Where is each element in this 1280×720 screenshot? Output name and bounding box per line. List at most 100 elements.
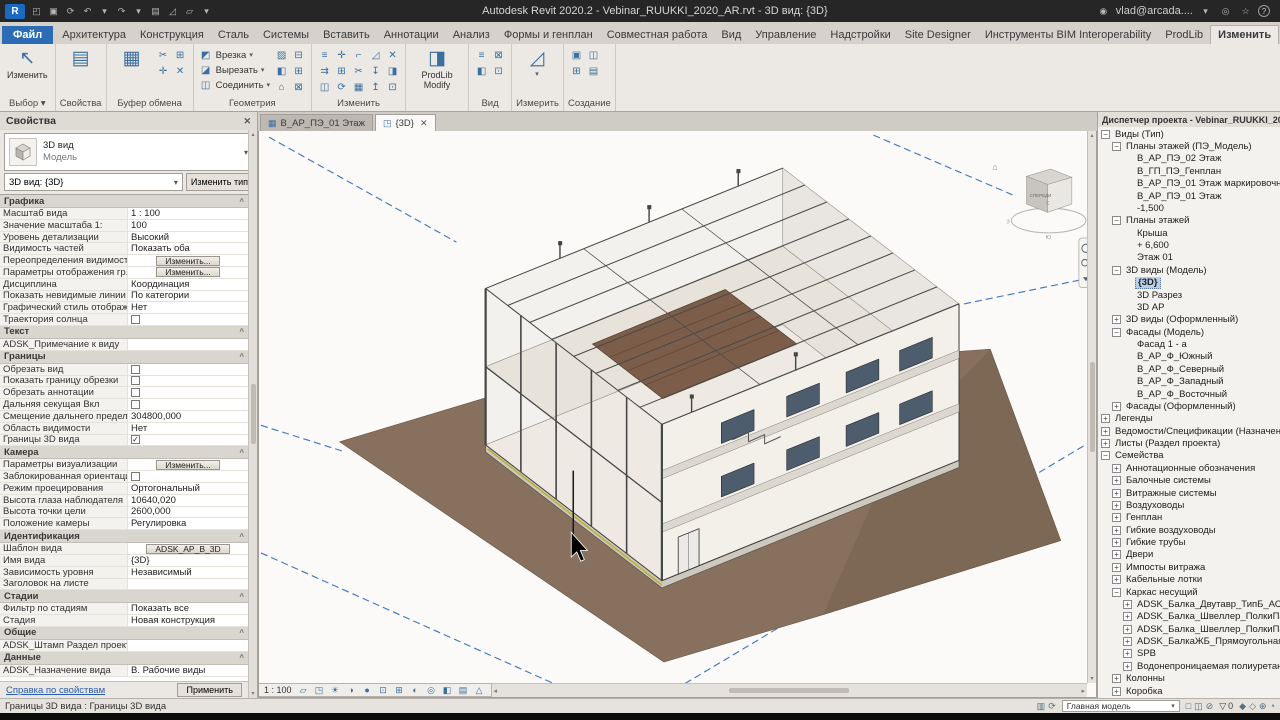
expand-icon[interactable]: + bbox=[1112, 538, 1121, 548]
expand-icon[interactable]: + bbox=[1112, 401, 1121, 411]
detail-level-icon[interactable]: ▱ bbox=[297, 684, 310, 696]
tree-item[interactable]: В_АР_ПЭ_01 Этаж bbox=[1098, 190, 1280, 202]
property-value[interactable] bbox=[128, 399, 248, 410]
ribbon-tab[interactable]: Сталь bbox=[211, 26, 256, 44]
collapse-icon[interactable]: − bbox=[1112, 265, 1121, 275]
ribbon-tab[interactable]: Site Designer bbox=[898, 26, 978, 44]
tree-item[interactable]: В_АР_Ф_Восточный bbox=[1098, 388, 1280, 400]
customize-qat-icon[interactable]: ▾ bbox=[199, 4, 214, 19]
worksharing-sync-icon[interactable]: ⟳ bbox=[1048, 701, 1056, 712]
tree-item[interactable]: −3D виды (Модель) bbox=[1098, 264, 1280, 276]
collapse-icon[interactable]: ^ bbox=[239, 197, 244, 206]
tree-item[interactable]: В_АР_Ф_Северный bbox=[1098, 363, 1280, 375]
scale-icon[interactable]: ◿ bbox=[368, 48, 383, 62]
viewcube[interactable]: ⌂ СПЕРЕДИ С Ю В З bbox=[992, 162, 1092, 241]
active-option-only-icon[interactable]: ◫ bbox=[1194, 701, 1203, 712]
collapse-icon[interactable]: ^ bbox=[239, 653, 244, 662]
tree-item[interactable]: + Аннотационные обозначения bbox=[1098, 462, 1280, 474]
expand-icon[interactable]: + bbox=[1112, 315, 1121, 325]
ribbon-tab[interactable]: Формы и генплан bbox=[497, 26, 600, 44]
ribbon-tab[interactable]: ProdLib bbox=[1158, 26, 1210, 44]
rotate-icon[interactable]: ⟳ bbox=[334, 80, 349, 94]
close-inactive-icon[interactable]: ⊠ bbox=[491, 48, 506, 62]
property-value[interactable] bbox=[128, 387, 248, 398]
tree-item[interactable]: В_АР_Ф_Южный bbox=[1098, 351, 1280, 363]
tree-item[interactable]: − Фасады (Модель) bbox=[1098, 326, 1280, 338]
tree-item[interactable]: + Двери bbox=[1098, 549, 1280, 561]
property-value[interactable]: Изменить... bbox=[128, 267, 248, 278]
comm-center-icon[interactable]: ◎ bbox=[1218, 4, 1233, 19]
expand-icon[interactable]: + bbox=[1112, 575, 1121, 585]
offset-icon[interactable]: ⇉ bbox=[317, 64, 332, 78]
tree-item[interactable]: + Фасады (Оформленный) bbox=[1098, 400, 1280, 412]
tree-item[interactable]: {3D} bbox=[1098, 276, 1280, 289]
expand-icon[interactable]: + bbox=[1112, 550, 1121, 560]
tree-item[interactable]: + Коробка bbox=[1098, 685, 1280, 697]
compass-south[interactable]: Ю bbox=[1046, 235, 1052, 241]
collapse-icon[interactable]: − bbox=[1112, 216, 1121, 226]
unjoin-icon[interactable]: ⊠ bbox=[291, 80, 306, 94]
save-icon[interactable]: ▣ bbox=[46, 4, 61, 19]
tree-item[interactable]: − Планы этажей (ПЭ_Модель) bbox=[1098, 140, 1280, 152]
ribbon-tab[interactable]: Управление bbox=[748, 26, 823, 44]
worksharing-display-icon[interactable]: ◧ bbox=[441, 684, 454, 696]
scroll-down-icon[interactable]: ▾ bbox=[1090, 675, 1093, 682]
ribbon-tab[interactable]: Анализ bbox=[446, 26, 497, 44]
expand-icon[interactable]: + bbox=[1112, 476, 1121, 486]
tree-item[interactable]: + Гибкие трубы bbox=[1098, 536, 1280, 548]
render-icon[interactable]: ● bbox=[361, 684, 374, 696]
compass-north[interactable]: С bbox=[1046, 201, 1050, 207]
collapse-icon[interactable]: − bbox=[1101, 451, 1110, 461]
tree-item[interactable]: В_ГП_ПЭ_Генплан bbox=[1098, 165, 1280, 177]
design-options-icon[interactable]: □ bbox=[1186, 701, 1191, 711]
property-section-header[interactable]: Границы ^ bbox=[0, 350, 248, 364]
property-value[interactable]: Новая конструкция bbox=[128, 615, 248, 626]
filter-icon[interactable]: ▽ bbox=[1219, 701, 1226, 712]
property-value[interactable]: Изменить... bbox=[128, 459, 248, 470]
tree-item[interactable]: − Виды (Тип) bbox=[1098, 128, 1280, 140]
tree-item[interactable]: + ADSK_Балка_Швеллер_ПолкиПарал... bbox=[1098, 611, 1280, 623]
paste-button[interactable]: ▦ bbox=[112, 47, 152, 71]
collapse-icon[interactable]: ^ bbox=[239, 532, 244, 541]
property-section-header[interactable]: Камера ^ bbox=[0, 446, 248, 460]
property-value[interactable]: Ортогональный bbox=[128, 483, 248, 494]
property-value[interactable]: 100 bbox=[128, 220, 248, 231]
property-value[interactable] bbox=[128, 376, 248, 387]
scroll-thumb[interactable] bbox=[729, 688, 850, 693]
tree-item[interactable]: + Витражные системы bbox=[1098, 487, 1280, 499]
expand-icon[interactable]: + bbox=[1123, 612, 1132, 622]
temporary-hide-isolate-icon[interactable]: ◐ bbox=[409, 684, 422, 696]
tree-item[interactable]: + Генплан bbox=[1098, 512, 1280, 524]
tree-item[interactable]: − Семейства bbox=[1098, 450, 1280, 462]
join-unjoin-icon[interactable]: ⊡ bbox=[385, 80, 400, 94]
collapse-icon[interactable]: ^ bbox=[239, 628, 244, 637]
property-edit-button[interactable]: Изменить... bbox=[156, 459, 220, 470]
expand-icon[interactable]: + bbox=[1112, 525, 1121, 535]
collapse-icon[interactable]: ^ bbox=[239, 592, 244, 601]
measure-button[interactable]: ◿ ▾ bbox=[517, 47, 557, 79]
tree-item[interactable]: + ADSK_Балка_Швеллер_ПолкиПара... bbox=[1098, 623, 1280, 635]
property-value[interactable]: 304800,000 bbox=[128, 411, 248, 422]
property-value[interactable]: В. Рабочие виды bbox=[128, 665, 248, 676]
expand-icon[interactable]: + bbox=[1112, 674, 1121, 684]
help-icon[interactable]: ? bbox=[1258, 5, 1270, 17]
compass-west[interactable]: З bbox=[1006, 220, 1010, 226]
thin-lines-icon[interactable]: ≡ bbox=[474, 48, 489, 62]
property-section-header[interactable]: Идентификация ^ bbox=[0, 530, 248, 544]
edit-type-button[interactable]: Изменить тип bbox=[185, 173, 253, 191]
open-icon[interactable]: ◰ bbox=[29, 4, 44, 19]
legend-component-icon[interactable]: ▤ bbox=[586, 64, 601, 78]
expand-icon[interactable]: + bbox=[1112, 686, 1121, 696]
show-crop-icon[interactable]: ⊞ bbox=[393, 684, 406, 696]
property-value[interactable]: ✓ bbox=[128, 435, 248, 446]
create-assembly-icon[interactable]: ◫ bbox=[586, 48, 601, 62]
cope-button[interactable]: ◩ Врезка ▾ bbox=[199, 48, 270, 62]
ribbon-tab[interactable]: Инструменты BIM Interoperability bbox=[978, 26, 1158, 44]
property-value[interactable]: {3D} bbox=[128, 555, 248, 566]
mirror-icon[interactable]: ◫ bbox=[317, 80, 332, 94]
measure-qat-icon[interactable]: ◿ bbox=[165, 4, 180, 19]
expand-icon[interactable]: + bbox=[1112, 513, 1121, 523]
scroll-up-icon[interactable]: ▴ bbox=[1090, 132, 1093, 139]
expand-icon[interactable]: + bbox=[1101, 439, 1110, 449]
modify-select-button[interactable]: ↖ Изменить bbox=[5, 47, 50, 81]
